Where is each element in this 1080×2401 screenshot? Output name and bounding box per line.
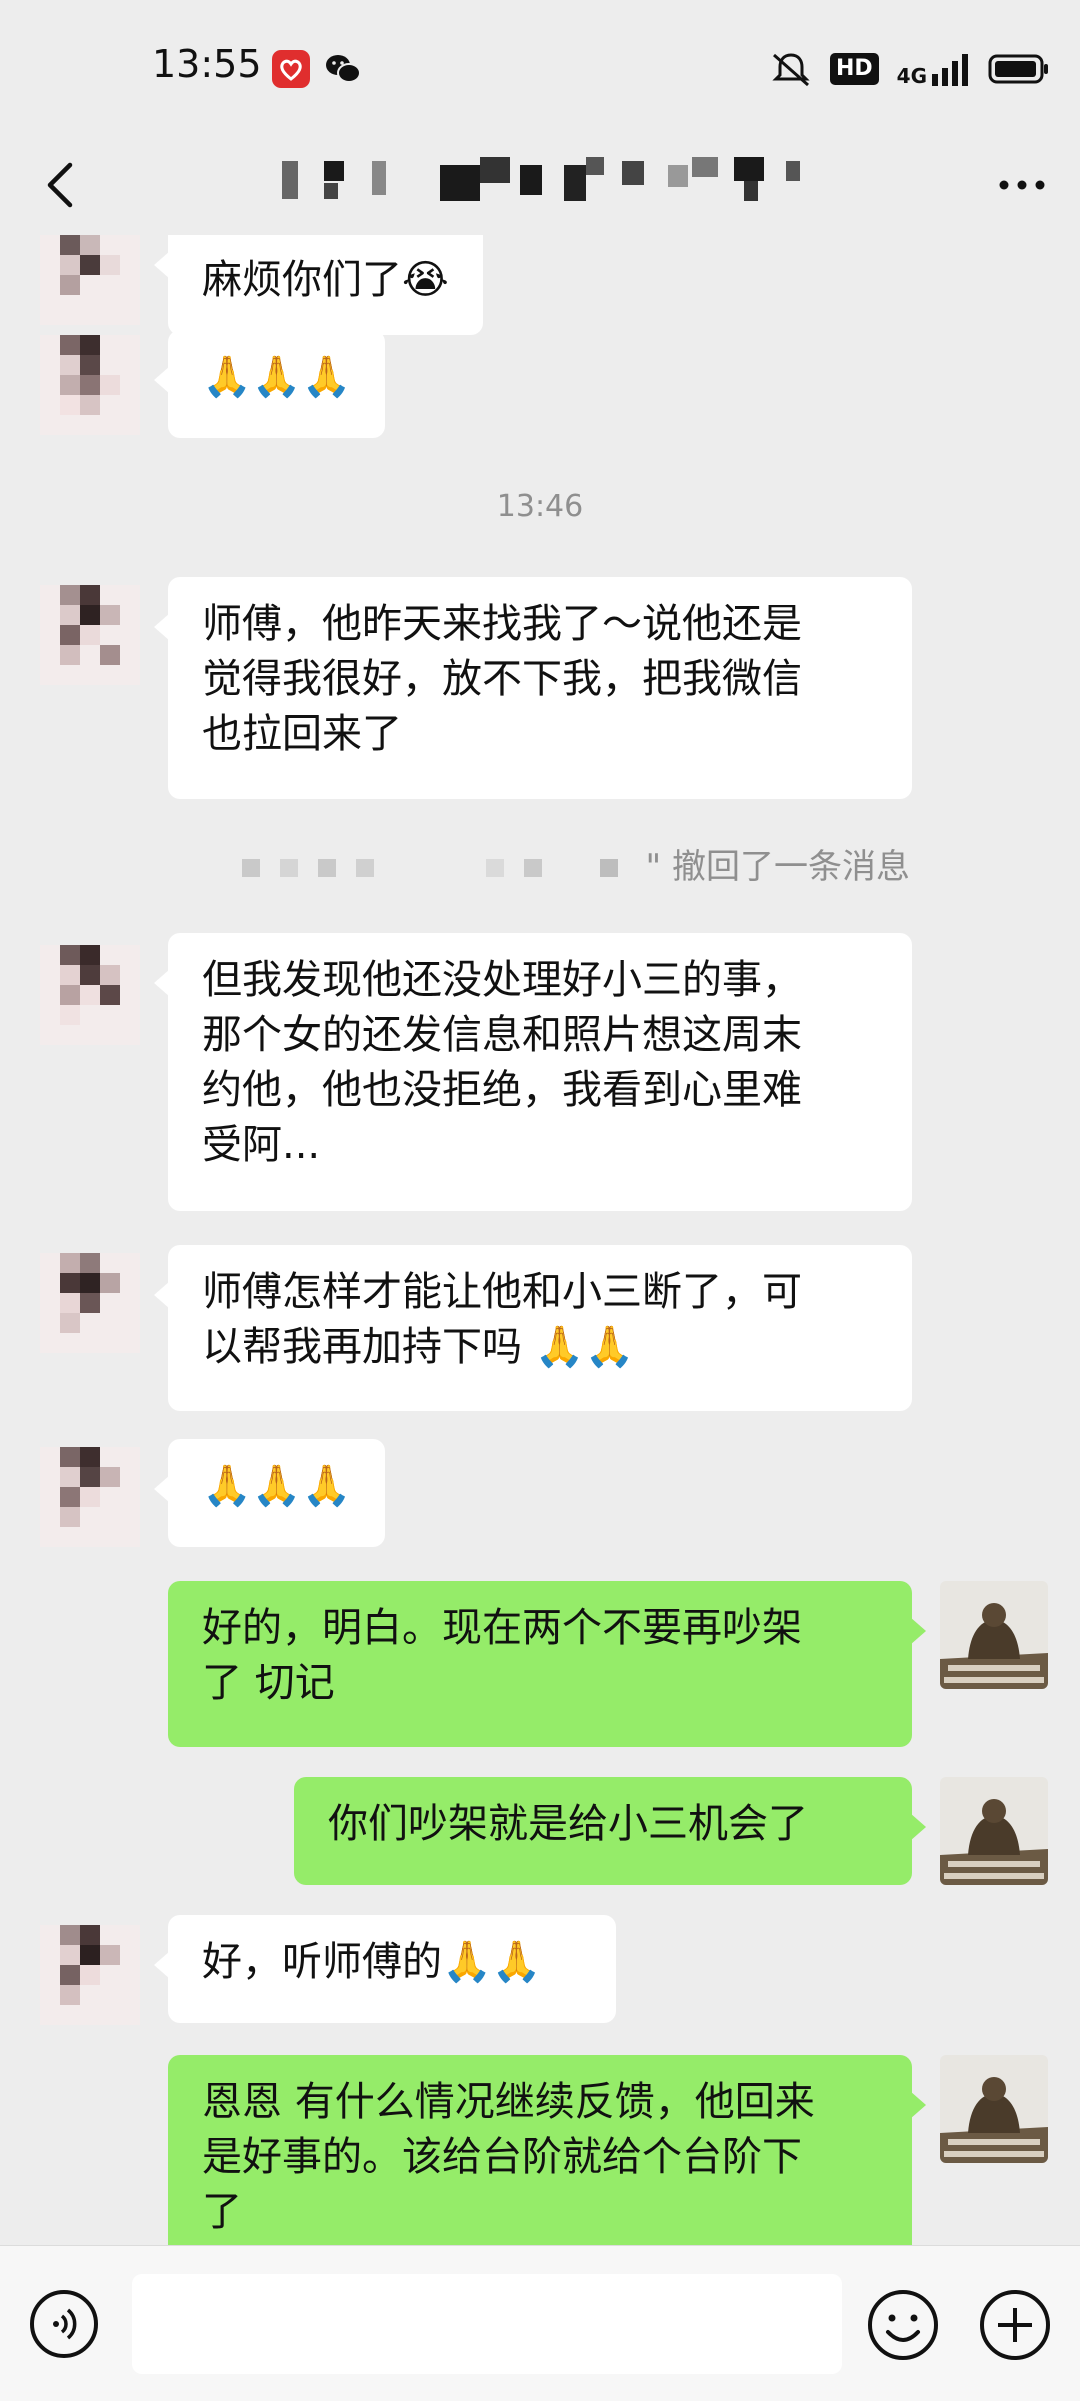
message-bubble-incoming[interactable]: 师傅，他昨天来找我了～说他还是 觉得我很好，放不下我，把我微信 也拉回来了 bbox=[154, 577, 912, 799]
message-bubble-incoming[interactable]: 🙏🙏🙏 bbox=[153, 1439, 386, 1547]
recall-text: " 撤回了一条消息 bbox=[645, 847, 910, 887]
hd-badge: HD bbox=[829, 53, 879, 85]
battery-icon bbox=[988, 54, 1048, 84]
signal-icon: 4G bbox=[897, 52, 970, 86]
self-avatar[interactable] bbox=[940, 2055, 1048, 2163]
message-list[interactable]: 麻烦你们了😭 🙏🙏🙏 13:46 师傅，他昨天来找我了～说他还是 觉得我很好，放… bbox=[0, 235, 1080, 2245]
status-time: 13:55 bbox=[152, 42, 262, 86]
plus-icon[interactable] bbox=[978, 2288, 1052, 2362]
message-bubble-outgoing[interactable]: 恩恩 有什么情况继续反馈，他回来 是好事的。该给台阶就给个台阶下 了 bbox=[168, 2055, 926, 2245]
wechat-icon bbox=[326, 55, 361, 83]
message-bubble-outgoing[interactable]: 好的，明白。现在两个不要再吵架 了 切记 bbox=[168, 1581, 926, 1747]
recall-notice: " 撤回了一条消息 bbox=[170, 835, 910, 887]
contact-avatar[interactable] bbox=[40, 1253, 140, 1353]
contact-avatar[interactable] bbox=[40, 1447, 140, 1547]
chat-input-bar bbox=[0, 2245, 1080, 2401]
red-app-icon bbox=[272, 50, 310, 88]
message-bubble-outgoing[interactable]: 你们吵架就是给小三机会了 bbox=[294, 1777, 926, 1885]
chat-header bbox=[0, 135, 1080, 235]
contact-avatar[interactable] bbox=[40, 235, 140, 325]
contact-avatar[interactable] bbox=[40, 335, 140, 435]
status-bar: 13:55 HD 4G bbox=[0, 0, 1080, 135]
contact-avatar[interactable] bbox=[40, 945, 140, 1045]
more-dots-icon[interactable] bbox=[982, 149, 1062, 219]
self-avatar[interactable] bbox=[940, 1777, 1048, 1885]
message-bubble-incoming[interactable]: 麻烦你们了😭 bbox=[154, 235, 483, 335]
message-bubble-incoming[interactable]: 好，听师傅的🙏🙏 bbox=[154, 1915, 616, 2023]
message-bubble-incoming[interactable]: 师傅怎样才能让他和小三断了，可 以帮我再加持下吗 🙏🙏 bbox=[154, 1245, 912, 1411]
message-timestamp: 13:46 bbox=[496, 489, 584, 524]
message-bubble-incoming[interactable]: 但我发现他还没处理好小三的事， 那个女的还发信息和照片想这周末 约他，他也没拒绝… bbox=[154, 933, 912, 1211]
network-type: 4G bbox=[896, 64, 927, 88]
chat-title-pixelated bbox=[280, 153, 820, 213]
message-bubble-incoming[interactable]: 🙏🙏🙏 bbox=[153, 330, 386, 438]
message-input[interactable] bbox=[132, 2274, 842, 2374]
contact-avatar[interactable] bbox=[40, 585, 140, 685]
mute-bell-icon bbox=[772, 53, 810, 87]
contact-avatar[interactable] bbox=[40, 1925, 140, 2025]
self-avatar[interactable] bbox=[940, 1581, 1048, 1689]
voice-icon[interactable] bbox=[28, 2288, 100, 2360]
chevron-left-icon[interactable] bbox=[28, 149, 98, 219]
emoji-icon[interactable] bbox=[866, 2288, 940, 2362]
status-indicators: HD 4G bbox=[770, 48, 1050, 90]
